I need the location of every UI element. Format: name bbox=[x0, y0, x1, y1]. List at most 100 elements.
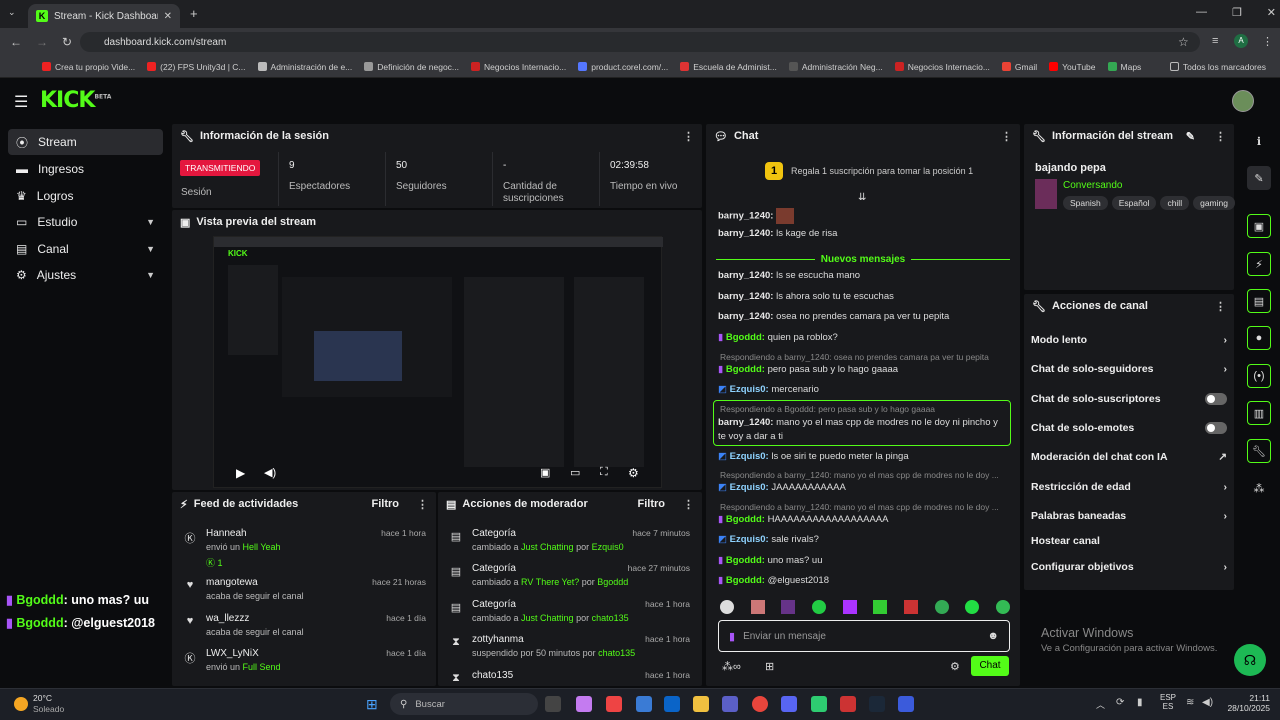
minimize-icon[interactable]: — bbox=[1196, 6, 1207, 19]
feed-filter-button[interactable]: Filtro bbox=[372, 498, 400, 510]
action-subscribers-only[interactable]: Chat de solo-suscriptores bbox=[1031, 389, 1227, 409]
hamburger-menu-icon[interactable]: ☰ bbox=[14, 92, 28, 112]
action-followers-only[interactable]: Chat de solo-seguidores › bbox=[1031, 359, 1227, 379]
nav-item-stream[interactable]: ⦿ Stream bbox=[8, 129, 163, 155]
more-icon[interactable]: ⋮ bbox=[417, 498, 428, 511]
app-icon[interactable] bbox=[898, 696, 914, 712]
action-emotes-only[interactable]: Chat de solo-emotes bbox=[1031, 418, 1227, 438]
volume-tray-icon[interactable]: ◀) bbox=[1202, 697, 1213, 708]
theater-icon[interactable]: ▭ bbox=[570, 466, 580, 479]
action-age-restriction[interactable]: Restricción de edad › bbox=[1031, 477, 1227, 497]
broadcast-icon[interactable]: (•) bbox=[1247, 364, 1271, 388]
emoji-icon[interactable]: ☻ bbox=[987, 630, 999, 642]
weather-icon[interactable] bbox=[14, 697, 28, 711]
bookmark-item[interactable]: YouTube bbox=[1043, 62, 1101, 72]
file-explorer-icon[interactable] bbox=[693, 696, 709, 712]
bookmark-item[interactable]: product.corel.com/... bbox=[572, 62, 674, 72]
more-icon[interactable]: ⋮ bbox=[683, 130, 694, 143]
edit-icon[interactable]: ✎ bbox=[1186, 130, 1195, 143]
profile-avatar[interactable]: A bbox=[1234, 34, 1248, 48]
action-ai-moderation[interactable]: Moderación del chat con IA ↗ bbox=[1031, 447, 1227, 467]
maximize-icon[interactable]: ❐ bbox=[1232, 6, 1242, 19]
all-bookmarks[interactable]: Todos los marcadores bbox=[1164, 62, 1272, 72]
bookmark-item[interactable]: Administración Neg... bbox=[783, 62, 889, 72]
action-host-channel[interactable]: Hostear canal bbox=[1031, 531, 1227, 551]
discord-icon[interactable] bbox=[781, 696, 797, 712]
edit-layout-icon[interactable]: ✎ bbox=[1247, 166, 1271, 190]
task-view-icon[interactable] bbox=[545, 696, 561, 712]
nav-item-canal[interactable]: ▤ Canal ▼ bbox=[8, 236, 163, 262]
emote-button[interactable] bbox=[811, 600, 826, 614]
bookmark-item[interactable]: Maps bbox=[1102, 62, 1148, 72]
chat-settings-icon[interactable]: ⚙ bbox=[950, 660, 960, 673]
kick-logo[interactable]: KICKBETA bbox=[40, 88, 111, 113]
action-configure-goals[interactable]: Configurar objetivos › bbox=[1031, 557, 1227, 577]
play-icon[interactable]: ▶ bbox=[236, 466, 245, 480]
nav-item-estudio[interactable]: ▭ Estudio ▼ bbox=[8, 209, 163, 235]
browser-profile-icon[interactable] bbox=[811, 696, 827, 712]
gift-icon[interactable]: ⊞ bbox=[765, 660, 774, 673]
clock[interactable]: 21:11 28/10/2025 bbox=[1224, 693, 1270, 713]
emote-button[interactable] bbox=[873, 600, 888, 614]
url-input[interactable]: dashboard.kick.com/stream bbox=[80, 32, 1200, 52]
emote-button[interactable] bbox=[995, 600, 1010, 614]
stream-preview-video[interactable]: KICK bbox=[213, 236, 663, 488]
bookmark-item[interactable]: Definición de negoc... bbox=[358, 62, 465, 72]
reload-icon[interactable]: ↻ bbox=[62, 35, 72, 49]
bookmark-item[interactable]: Gmail bbox=[996, 62, 1043, 72]
close-window-icon[interactable]: ✕ bbox=[1267, 6, 1276, 19]
language-indicator[interactable]: ESP ES bbox=[1160, 693, 1176, 711]
new-tab-button[interactable]: + bbox=[190, 6, 198, 21]
mic-tray-icon[interactable]: ▮ bbox=[1137, 697, 1143, 708]
chrome-icon[interactable] bbox=[752, 696, 768, 712]
steam-icon[interactable] bbox=[869, 696, 885, 712]
tab-search-icon[interactable]: ⌄ bbox=[8, 7, 16, 18]
bookmark-item[interactable]: Escuela de Administ... bbox=[674, 62, 783, 72]
emote-button[interactable] bbox=[720, 600, 734, 614]
back-icon[interactable]: ← bbox=[10, 35, 22, 49]
document-icon[interactable]: ▤ bbox=[1247, 289, 1271, 313]
action-banned-words[interactable]: Palabras baneadas › bbox=[1031, 506, 1227, 526]
chat-bubble-icon[interactable]: ● bbox=[1247, 326, 1271, 350]
network-icon[interactable]: ⟳ bbox=[1116, 697, 1124, 708]
nav-item-ajustes[interactable]: ⚙ Ajustes ▼ bbox=[8, 262, 163, 288]
windows-start-icon[interactable]: ⊞ bbox=[366, 696, 378, 713]
clip-icon[interactable]: ▣ bbox=[1247, 214, 1271, 238]
bookmark-item[interactable]: Negocios Internacio... bbox=[465, 62, 572, 72]
browser-tab[interactable]: K Stream - Kick Dashboard ✕ bbox=[28, 4, 180, 28]
expand-icon[interactable]: ⇊ bbox=[858, 192, 866, 203]
more-icon[interactable]: ⋮ bbox=[1215, 300, 1226, 313]
support-button[interactable]: ☊ bbox=[1234, 644, 1266, 676]
action-slow-mode[interactable]: Modo lento › bbox=[1031, 330, 1227, 350]
user-avatar[interactable] bbox=[1232, 90, 1254, 112]
category-link[interactable]: Conversando bbox=[1063, 180, 1122, 191]
settings-icon[interactable]: ⚙ bbox=[628, 466, 639, 480]
volume-icon[interactable]: ◀) bbox=[264, 466, 276, 479]
emote-button[interactable] bbox=[842, 600, 857, 614]
pip-icon[interactable]: ▣ bbox=[540, 466, 550, 479]
browser-menu-icon[interactable]: ⋮ bbox=[1262, 35, 1273, 48]
bookmark-item[interactable]: Crea tu propio Vide... bbox=[36, 62, 141, 72]
emote-button[interactable] bbox=[750, 600, 765, 614]
bookmark-item[interactable]: Administración de e... bbox=[252, 62, 359, 72]
info-icon[interactable]: ℹ bbox=[1247, 129, 1271, 153]
fullscreen-icon[interactable]: ⛶ bbox=[600, 466, 608, 479]
emote-button[interactable] bbox=[781, 600, 796, 614]
emote-button[interactable] bbox=[934, 600, 949, 614]
points-icon[interactable]: ⁂∞ bbox=[722, 660, 741, 673]
emote-button[interactable] bbox=[965, 600, 980, 614]
more-icon[interactable]: ⋮ bbox=[1215, 130, 1226, 143]
close-tab-icon[interactable]: ✕ bbox=[164, 11, 172, 22]
outlook-icon[interactable] bbox=[664, 696, 680, 712]
bookmark-item[interactable]: (22) FPS Unity3d | C... bbox=[141, 62, 251, 72]
media-icon[interactable]: ≡ bbox=[1212, 35, 1218, 47]
bookmark-star-icon[interactable]: ☆ bbox=[1178, 35, 1189, 49]
mod-filter-button[interactable]: Filtro bbox=[638, 498, 666, 510]
chat-input[interactable]: ▮ Enviar un mensaje ☻ bbox=[718, 620, 1010, 652]
more-icon[interactable]: ⋮ bbox=[683, 498, 694, 511]
teams-icon[interactable] bbox=[722, 696, 738, 712]
emote-button[interactable] bbox=[903, 600, 918, 614]
forward-icon[interactable]: → bbox=[36, 35, 48, 49]
list-icon[interactable]: ▥ bbox=[1247, 401, 1271, 425]
app-icon[interactable] bbox=[636, 696, 652, 712]
